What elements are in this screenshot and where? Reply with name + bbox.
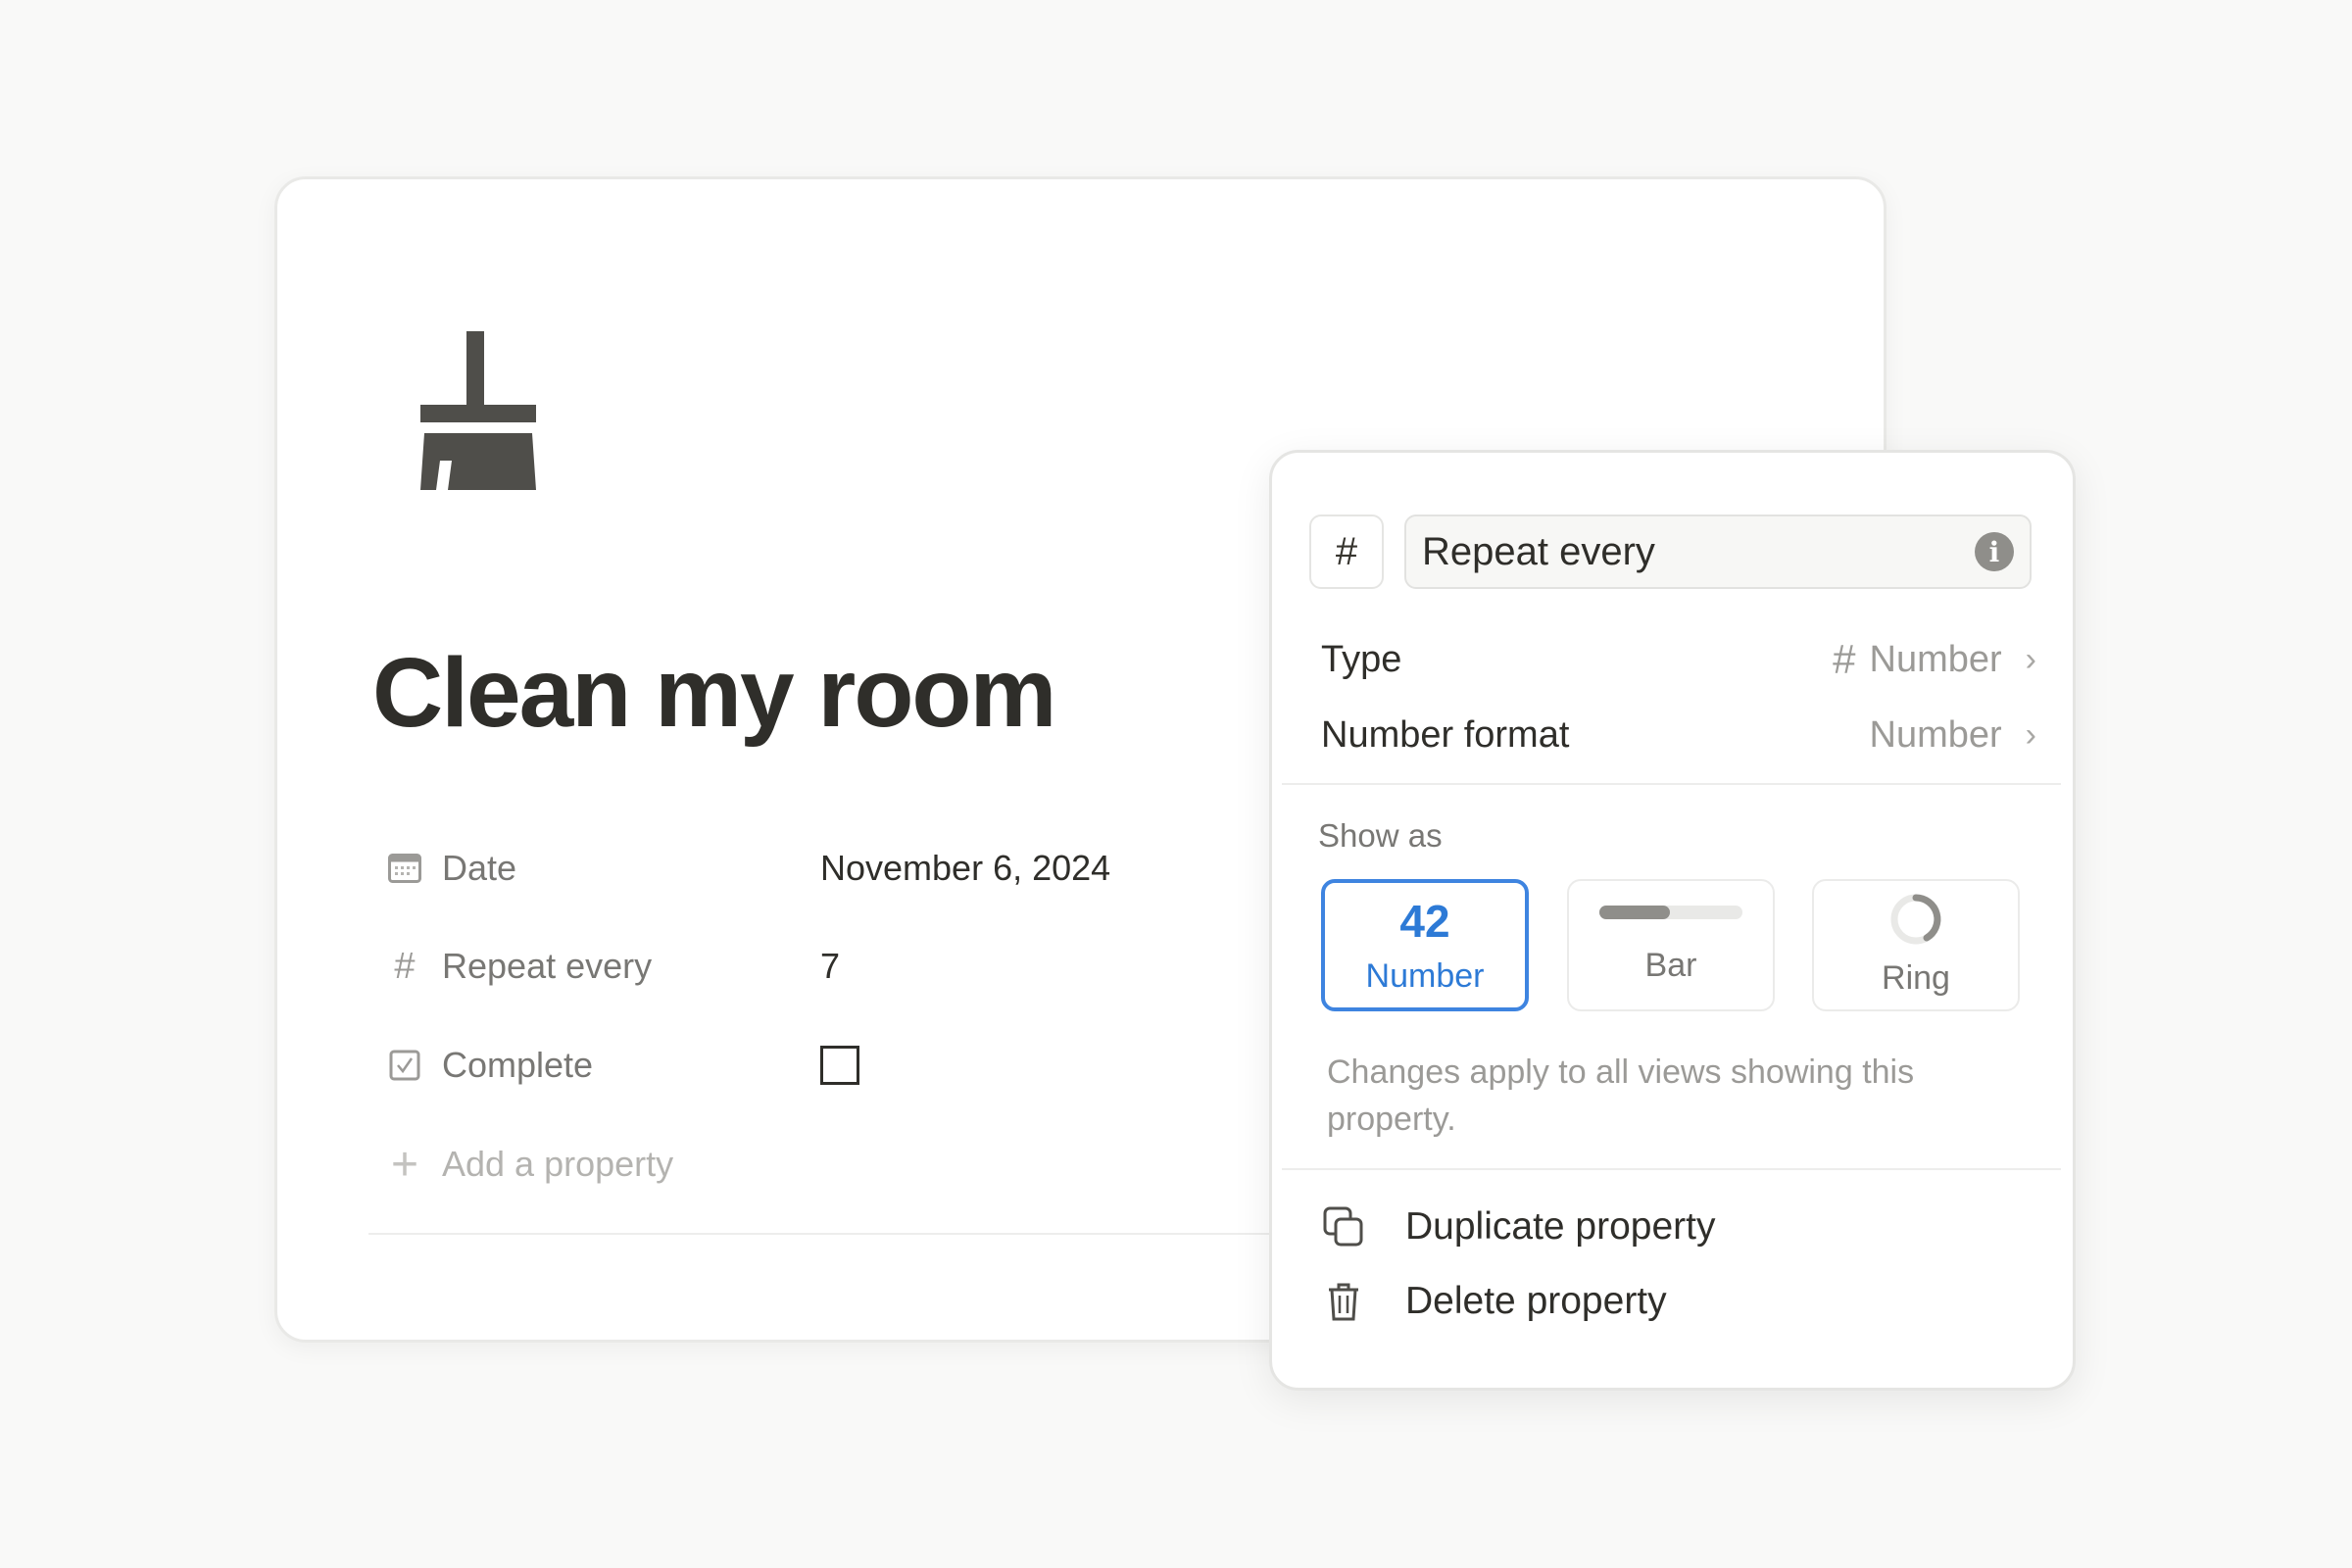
divider <box>1282 783 2061 785</box>
property-complete[interactable]: Complete <box>387 1036 859 1095</box>
type-label: Type <box>1321 638 1402 680</box>
show-as-number-option[interactable]: 42 Number <box>1321 879 1529 1011</box>
chevron-right-icon: › <box>2025 640 2036 678</box>
complete-checkbox[interactable] <box>820 1046 859 1085</box>
hash-icon: # <box>1335 529 1358 573</box>
type-value: Number <box>1869 638 2002 680</box>
property-value[interactable]: 7 <box>820 946 840 987</box>
chevron-right-icon: › <box>2025 715 2036 754</box>
add-property-button[interactable]: + Add a property <box>387 1135 820 1194</box>
calendar-icon <box>387 851 422 886</box>
show-as-label: Show as <box>1318 817 1443 854</box>
hash-icon: # <box>394 945 416 987</box>
show-as-bar-option[interactable]: Bar <box>1567 879 1775 1011</box>
hash-icon: # <box>1833 636 1856 682</box>
number-preview: 42 <box>1399 896 1450 947</box>
info-icon[interactable]: i <box>1975 532 2014 571</box>
property-label: Complete <box>442 1045 594 1085</box>
property-value[interactable]: November 6, 2024 <box>820 848 1110 889</box>
duplicate-property-button[interactable]: Duplicate property <box>1321 1198 1716 1256</box>
ring-preview-icon <box>1890 894 1941 945</box>
property-label: Date <box>442 848 517 888</box>
property-date[interactable]: Date November 6, 2024 <box>387 839 1110 898</box>
add-property-label: Add a property <box>442 1144 674 1184</box>
help-text: Changes apply to all views showing this … <box>1327 1054 1915 1138</box>
divider <box>1282 1168 2061 1170</box>
property-type-icon-button[interactable]: # <box>1309 514 1384 589</box>
type-row[interactable]: Type # Number › <box>1321 630 2036 689</box>
page-title[interactable]: Clean my room <box>372 637 1056 750</box>
number-format-label: Number format <box>1321 713 1570 756</box>
checkbox-icon <box>387 1048 422 1083</box>
duplicate-label: Duplicate property <box>1405 1205 1716 1248</box>
property-repeat-every[interactable]: # Repeat every 7 <box>387 937 840 996</box>
property-label: Repeat every <box>442 946 653 986</box>
number-format-value: Number <box>1869 713 2002 756</box>
option-label: Bar <box>1644 947 1697 984</box>
property-edit-popup: # Repeat every i Type # Number › Number fo… <box>1269 450 2076 1391</box>
option-label: Number <box>1365 957 1485 995</box>
broom-icon[interactable] <box>420 331 536 490</box>
duplicate-icon <box>1321 1206 1366 1248</box>
option-label: Ring <box>1882 959 1950 997</box>
property-name-value: Repeat every <box>1422 529 1655 573</box>
plus-icon: + <box>390 1138 419 1191</box>
delete-label: Delete property <box>1405 1280 1667 1322</box>
delete-property-button[interactable]: Delete property <box>1321 1272 1667 1331</box>
trash-icon <box>1321 1282 1366 1321</box>
number-format-row[interactable]: Number format Number › <box>1321 706 2036 764</box>
divider <box>368 1233 1270 1235</box>
bar-preview-icon <box>1599 906 1742 919</box>
show-as-ring-option[interactable]: Ring <box>1812 879 2020 1011</box>
property-name-input[interactable]: Repeat every i <box>1404 514 2032 589</box>
